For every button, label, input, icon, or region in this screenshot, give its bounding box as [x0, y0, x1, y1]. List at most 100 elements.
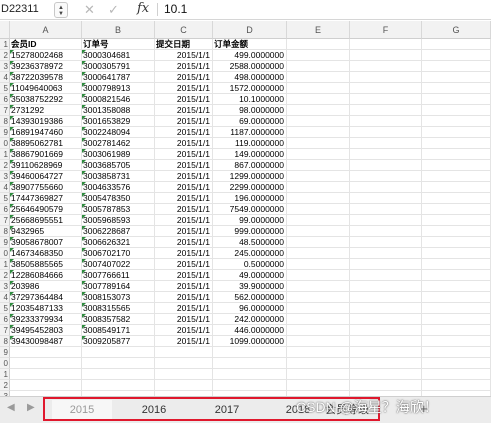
table-cell[interactable]	[10, 369, 82, 380]
table-cell[interactable]	[422, 237, 491, 248]
table-cell[interactable]	[422, 215, 491, 226]
cell-member-id[interactable]: 38867901669	[10, 149, 82, 160]
cell-amount[interactable]: 1187.0000000	[213, 127, 287, 138]
cell-date[interactable]: 2015/1/1	[155, 204, 213, 215]
row-header[interactable]: 2	[0, 160, 10, 171]
table-cell[interactable]	[350, 369, 422, 380]
cell-order-no[interactable]: 3008153073	[82, 292, 155, 303]
cell-member-id[interactable]: 17447369827	[10, 193, 82, 204]
row-header[interactable]: 5	[0, 303, 10, 314]
cell-member-id[interactable]: 39110628969	[10, 160, 82, 171]
cell-amount[interactable]: 1099.0000000	[213, 336, 287, 347]
cell-amount[interactable]: 7549.0000000	[213, 204, 287, 215]
cell-amount[interactable]: 98.0000000	[213, 105, 287, 116]
table-cell[interactable]	[350, 204, 422, 215]
cell-member-id[interactable]: 39430098487	[10, 336, 82, 347]
table-cell[interactable]	[287, 204, 350, 215]
cell-order-no[interactable]: 3000305791	[82, 61, 155, 72]
table-cell[interactable]	[422, 336, 491, 347]
cell-order-no[interactable]: 3005968593	[82, 215, 155, 226]
table-cell[interactable]	[350, 281, 422, 292]
cell-date[interactable]: 2015/1/1	[155, 325, 213, 336]
row-header[interactable]: 6	[0, 314, 10, 325]
cell-amount[interactable]: 39.9000000	[213, 281, 287, 292]
table-cell[interactable]	[350, 325, 422, 336]
cell-order-no[interactable]: 3001358088	[82, 105, 155, 116]
row-header[interactable]: 1	[0, 259, 10, 270]
cell-date[interactable]: 2015/1/1	[155, 314, 213, 325]
row-header[interactable]: 3	[0, 281, 10, 292]
table-cell[interactable]	[287, 303, 350, 314]
row-header[interactable]: 9	[0, 347, 10, 358]
row-header[interactable]: 9	[0, 127, 10, 138]
table-cell[interactable]	[82, 347, 155, 358]
table-cell[interactable]	[422, 303, 491, 314]
cell-order-no[interactable]: 3003858731	[82, 171, 155, 182]
row-header[interactable]: 7	[0, 325, 10, 336]
cell-member-id[interactable]: 39236378972	[10, 61, 82, 72]
table-cell[interactable]	[287, 292, 350, 303]
table-cell[interactable]	[422, 50, 491, 61]
table-cell[interactable]	[422, 83, 491, 94]
cell-amount[interactable]: 1299.0000000	[213, 171, 287, 182]
row-header[interactable]: 3	[0, 61, 10, 72]
cell-order-no[interactable]: 3002248094	[82, 127, 155, 138]
cell-amount[interactable]: 149.0000000	[213, 149, 287, 160]
triangle-right-icon[interactable]: ▶	[27, 402, 35, 413]
cell-order-no[interactable]: 3005787853	[82, 204, 155, 215]
table-cell[interactable]	[287, 72, 350, 83]
table-cell[interactable]	[422, 94, 491, 105]
cell-order-no[interactable]: 3004633576	[82, 182, 155, 193]
table-cell[interactable]	[213, 347, 287, 358]
cell-order-no[interactable]: 3001653829	[82, 116, 155, 127]
table-cell[interactable]	[287, 259, 350, 270]
select-all-corner[interactable]	[0, 21, 10, 39]
table-cell[interactable]	[287, 347, 350, 358]
cell-order-no[interactable]: 3009205877	[82, 336, 155, 347]
table-cell[interactable]	[155, 369, 213, 380]
cell-member-id[interactable]: 39233379934	[10, 314, 82, 325]
table-cell[interactable]	[350, 138, 422, 149]
table-cell[interactable]	[155, 347, 213, 358]
cell-date[interactable]: 2015/1/1	[155, 226, 213, 237]
table-cell[interactable]	[422, 127, 491, 138]
table-cell[interactable]	[422, 116, 491, 127]
row-header[interactable]: 6	[0, 204, 10, 215]
table-cell[interactable]	[422, 138, 491, 149]
table-cell[interactable]	[422, 39, 491, 50]
table-cell[interactable]	[422, 380, 491, 391]
sheet-tab-2015[interactable]: 2015	[52, 400, 112, 420]
cell-date[interactable]: 2015/1/1	[155, 193, 213, 204]
cell-member-id[interactable]: 38722039578	[10, 72, 82, 83]
cell-date[interactable]: 2015/1/1	[155, 292, 213, 303]
column-header-c[interactable]: C	[155, 21, 213, 39]
cell-member-id[interactable]: 2731292	[10, 105, 82, 116]
table-cell[interactable]	[350, 336, 422, 347]
cell-amount[interactable]: 242.0000000	[213, 314, 287, 325]
cell-amount[interactable]: 446.0000000	[213, 325, 287, 336]
row-header[interactable]: 6	[0, 94, 10, 105]
cell-order-no[interactable]: 3008315565	[82, 303, 155, 314]
table-cell[interactable]	[422, 369, 491, 380]
table-cell[interactable]	[422, 193, 491, 204]
cell-member-id[interactable]: 15278002468	[10, 50, 82, 61]
cell-date[interactable]: 2015/1/1	[155, 94, 213, 105]
cell-date[interactable]: 2015/1/1	[155, 248, 213, 259]
table-cell[interactable]	[10, 380, 82, 391]
cell-order-no[interactable]: 3000304681	[82, 50, 155, 61]
table-cell[interactable]	[350, 303, 422, 314]
cell-amount[interactable]: 562.0000000	[213, 292, 287, 303]
cell-date[interactable]: 2015/1/1	[155, 72, 213, 83]
cell-member-id[interactable]: 38907755660	[10, 182, 82, 193]
cell-date[interactable]: 2015/1/1	[155, 138, 213, 149]
table-cell[interactable]	[213, 358, 287, 369]
table-cell[interactable]	[287, 39, 350, 50]
column-header-g[interactable]: G	[422, 21, 491, 39]
row-header[interactable]: 8	[0, 116, 10, 127]
cell-date[interactable]: 2015/1/1	[155, 160, 213, 171]
table-cell[interactable]	[350, 94, 422, 105]
column-header-d[interactable]: D	[213, 21, 287, 39]
cell-member-id[interactable]: 38505885565	[10, 259, 82, 270]
table-cell[interactable]	[287, 83, 350, 94]
table-cell[interactable]	[287, 237, 350, 248]
